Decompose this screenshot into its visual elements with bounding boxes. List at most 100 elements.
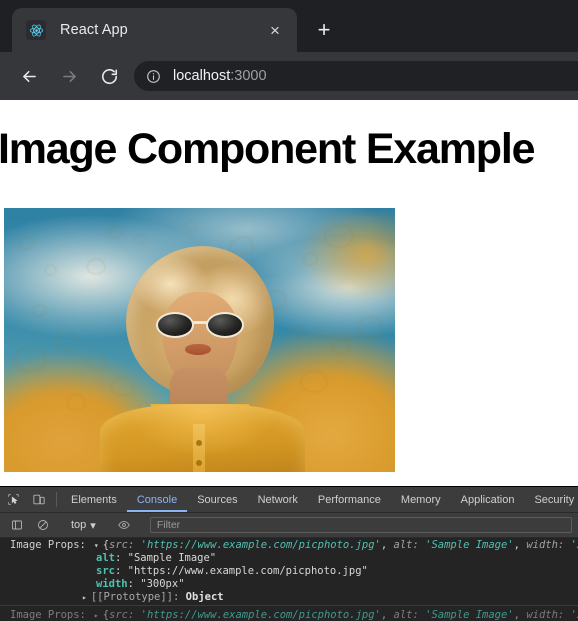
preview-key: width: (526, 539, 565, 551)
preview-sep: , (380, 539, 394, 551)
console-message-header[interactable]: Image Props: ▾ {src: 'https://www.exampl… (0, 539, 578, 552)
expand-arrow-icon[interactable]: ▸ (94, 609, 99, 621)
devtools-tab-bar: Elements Console Sources Network Perform… (0, 487, 578, 513)
expand-arrow-icon[interactable]: ▸ (82, 593, 87, 602)
console-sidebar-icon[interactable] (4, 519, 30, 531)
petal-icon (110, 228, 120, 237)
prototype-key: [[Prototype]]: (90, 591, 180, 603)
page-title: Image Component Example (0, 125, 535, 173)
console-message: Image Props: ▾ {src: 'https://www.exampl… (0, 538, 578, 605)
url-host: localhost (173, 68, 231, 84)
console-output[interactable]: Image Props: ▾ {src: 'https://www.exampl… (0, 538, 578, 621)
reload-icon[interactable] (94, 61, 124, 91)
property-value: "300px" (140, 578, 185, 590)
preview-key: alt: (393, 539, 419, 551)
console-filter-input[interactable]: Filter (149, 517, 572, 533)
devtools-tab-network[interactable]: Network (248, 487, 308, 512)
petal-icon (34, 306, 45, 315)
petal-icon (359, 318, 381, 336)
preview-value: 'https://www.example.com/picphoto.jpg' (140, 539, 381, 551)
inspect-element-icon[interactable] (0, 487, 26, 512)
new-tab-button[interactable]: + (310, 16, 338, 44)
preview-key: width: (526, 609, 565, 621)
petal-icon (68, 396, 84, 409)
devtools-tab-sources[interactable]: Sources (187, 487, 247, 512)
info-circle-icon[interactable] (146, 69, 161, 84)
devtools-tab-elements[interactable]: Elements (61, 487, 127, 512)
preview-value: '300px' (570, 609, 578, 621)
device-toolbar-icon[interactable] (26, 487, 52, 512)
property-key: alt (96, 552, 115, 564)
browser-window: React App × + localhost:3000 Image Compo… (0, 0, 578, 621)
toolbar-divider (56, 492, 57, 507)
petal-icon (326, 226, 352, 246)
tab-title: React App (60, 22, 128, 38)
petal-icon (334, 340, 348, 352)
live-expression-eye-icon[interactable] (111, 519, 137, 531)
image-shirt-button (196, 460, 202, 466)
sample-image (4, 208, 395, 472)
console-property-row: alt: "Sample Image" (0, 552, 578, 565)
sunglasses-icon (156, 312, 244, 338)
preview-value: 'Sample Image' (425, 609, 514, 621)
address-bar[interactable]: localhost:3000 (134, 61, 578, 91)
prototype-value: Object (185, 591, 224, 603)
close-icon[interactable]: × (263, 18, 287, 42)
property-colon: : (127, 578, 141, 590)
back-arrow-icon[interactable] (14, 61, 44, 91)
browser-tab-react-app[interactable]: React App × (12, 8, 297, 52)
console-object-preview: {src: 'https://www.example.com/picphoto.… (103, 539, 578, 552)
devtools-panel: Elements Console Sources Network Perform… (0, 486, 578, 621)
preview-key: src: (109, 609, 135, 621)
image-lips (185, 344, 211, 355)
preview-key: src: (109, 539, 135, 551)
react-logo-icon (26, 20, 46, 40)
devtools-tab-security[interactable]: Security (524, 487, 578, 512)
preview-key: alt: (393, 609, 419, 621)
forward-arrow-icon[interactable] (54, 61, 84, 91)
console-context-selector[interactable]: top ▾ (65, 519, 102, 532)
address-bar-url: localhost:3000 (173, 68, 267, 84)
preview-sep: , (513, 609, 527, 621)
petal-icon (232, 238, 252, 254)
petal-icon (88, 260, 104, 273)
browser-chrome: React App × + localhost:3000 (0, 0, 578, 100)
preview-sep: , (513, 539, 527, 551)
petal-icon (90, 356, 104, 368)
url-port: :3000 (230, 68, 267, 84)
console-context-label: top (71, 519, 87, 531)
console-toolbar: top ▾ Filter (0, 513, 578, 538)
console-object-preview: {src: 'https://www.example.com/picphoto.… (103, 609, 578, 621)
petal-icon (304, 254, 316, 264)
sunglasses-lens-left (156, 312, 194, 338)
petal-icon (136, 236, 144, 243)
property-colon: : (114, 552, 128, 564)
console-message-header[interactable]: Image Props: ▸ {src: 'https://www.exampl… (0, 609, 578, 621)
console-property-row: width: "300px" (0, 578, 578, 591)
devtools-tab-performance[interactable]: Performance (308, 487, 391, 512)
petal-icon (46, 266, 55, 274)
image-shirt-button (196, 440, 202, 446)
preview-value: 'https://www.example.com/picphoto.jpg' (140, 609, 381, 621)
console-log-label: Image Props: (10, 609, 86, 621)
petal-icon (112, 378, 132, 394)
preview-sep: , (380, 609, 394, 621)
expand-arrow-icon[interactable]: ▾ (94, 539, 99, 552)
devtools-tab-console[interactable]: Console (127, 487, 187, 512)
browser-toolbar: localhost:3000 (0, 52, 578, 100)
sunglasses-lens-right (206, 312, 244, 338)
petal-icon (20, 238, 32, 248)
devtools-tab-application[interactable]: Application (451, 487, 525, 512)
console-property-row: src: "https://www.example.com/picphoto.j… (0, 565, 578, 578)
petal-icon (186, 222, 195, 230)
page-viewport: Image Component Example (0, 100, 578, 486)
preview-value: 'Sample Image' (425, 539, 514, 551)
property-key: src (96, 565, 115, 577)
clear-console-icon[interactable] (30, 519, 56, 531)
property-value: "https://www.example.com/picphoto.jpg" (127, 565, 368, 577)
property-colon: : (114, 565, 128, 577)
chevron-down-icon: ▾ (90, 519, 96, 532)
petal-icon (302, 372, 326, 391)
console-prototype-row[interactable]: ▸ [[Prototype]]: Object (0, 591, 578, 604)
devtools-tab-memory[interactable]: Memory (391, 487, 451, 512)
